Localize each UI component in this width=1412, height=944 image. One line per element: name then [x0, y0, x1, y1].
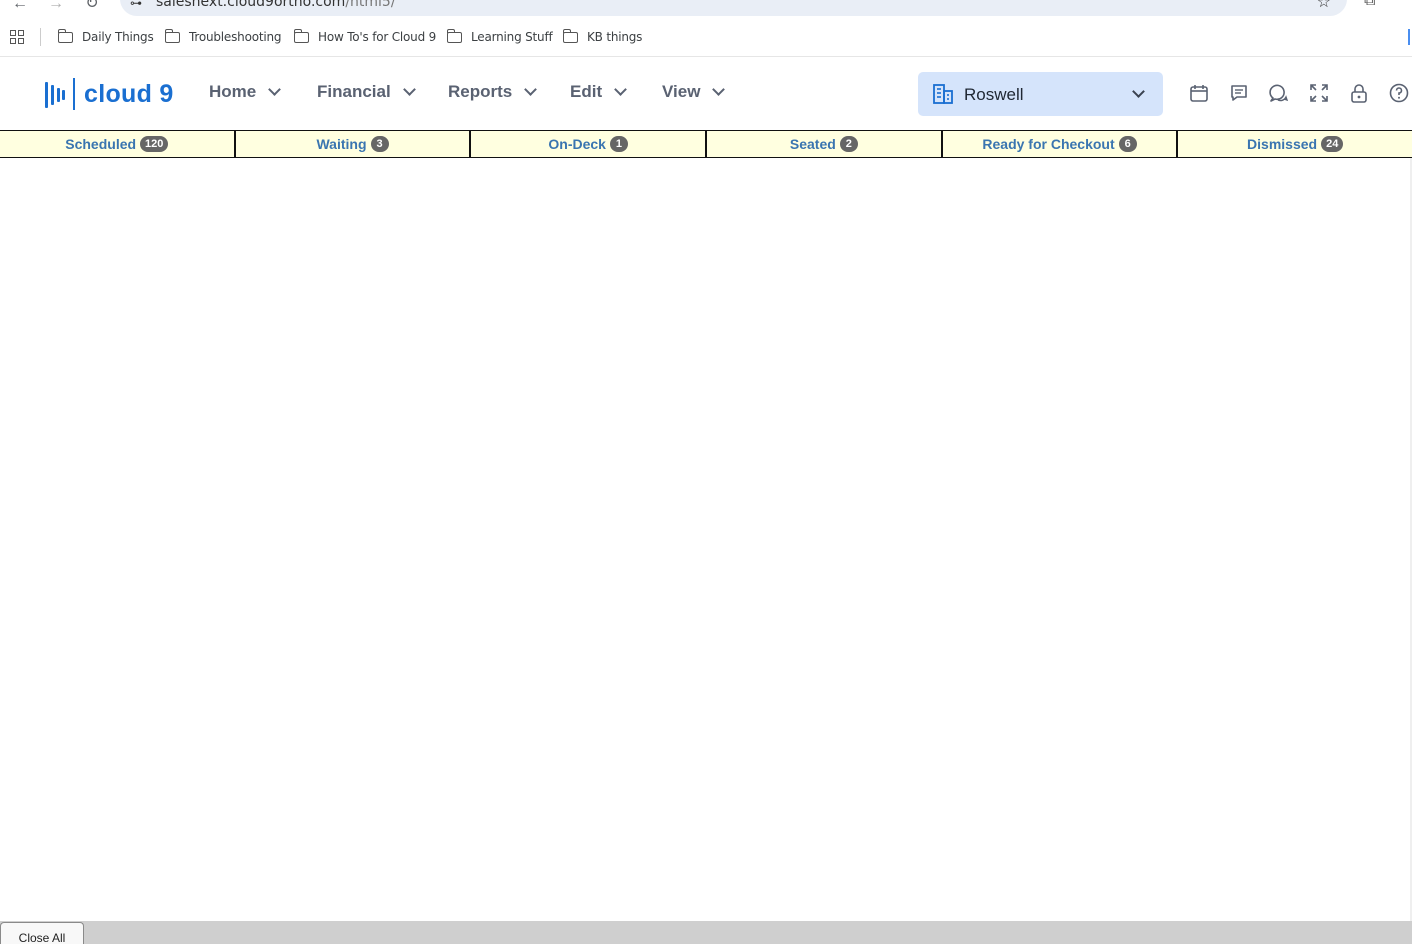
count-badge: 2 [839, 136, 858, 152]
location-selector[interactable]: Roswell [918, 72, 1163, 116]
count-badge: 24 [1321, 136, 1344, 152]
tab-label: On-Deck [548, 136, 606, 152]
logo-divider [73, 78, 75, 110]
tab-label: Waiting [316, 136, 367, 152]
tab-label: Dismissed [1247, 136, 1318, 152]
url-text: salesnext.cloud9ortho.com/html5/ [156, 0, 396, 10]
apps-grid-icon[interactable] [10, 30, 25, 45]
tab-dismissed[interactable]: Dismissed 24 [1178, 131, 1412, 157]
count-badge: 1 [609, 136, 628, 152]
cloud9-logo[interactable]: cloud 9 [45, 78, 174, 110]
browser-toolbar: ← → ↻ ⊶ salesnext.cloud9ortho.com/html5/… [0, 0, 1412, 17]
bookmark-folder-troubleshooting[interactable]: Troubleshooting [164, 28, 282, 46]
app-header: cloud 9 Home Financial Reports Edit View… [0, 58, 1412, 129]
menu-label: Financial [317, 82, 391, 101]
menu-reports[interactable]: Reports [448, 82, 538, 102]
main-content-area [0, 158, 1412, 921]
menu-label: Home [209, 82, 257, 101]
patient-status-tabs: Scheduled 120 Waiting 3 On-Deck 1 Seated 2 R… [0, 130, 1412, 158]
menu-view[interactable]: View [662, 82, 726, 102]
bookmark-label: KB things [587, 30, 643, 44]
tab-ready-for-checkout[interactable]: Ready for Checkout 6 [943, 131, 1179, 157]
folder-icon [164, 28, 180, 43]
chevron-down-icon [402, 83, 416, 96]
tab-scheduled[interactable]: Scheduled 120 [0, 131, 236, 157]
menu-label: Edit [570, 82, 603, 101]
bookmark-label: Daily Things [82, 30, 154, 44]
menu-label: View [662, 82, 701, 101]
tab-waiting[interactable]: Waiting 3 [236, 131, 472, 157]
chevron-down-icon [1132, 85, 1145, 98]
bookmarks-overflow-edge [1408, 29, 1410, 45]
tab-label: Seated [789, 136, 836, 152]
folder-icon [562, 28, 578, 43]
bottom-tab-bar [0, 921, 1412, 944]
url-host: salesnext.cloud9ortho.com [156, 0, 346, 10]
forward-arrow-icon[interactable]: → [46, 0, 66, 14]
message-icon[interactable] [1229, 83, 1249, 103]
location-label: Roswell [964, 85, 1024, 104]
bookmark-folder-how-tos[interactable]: How To's for Cloud 9 [293, 28, 437, 46]
menu-financial[interactable]: Financial [317, 82, 416, 102]
tab-label: Ready for Checkout [982, 136, 1115, 152]
fullscreen-icon[interactable] [1309, 83, 1329, 103]
chevron-down-icon [524, 83, 538, 96]
bookmarks-divider [40, 28, 41, 46]
bookmark-label: Troubleshooting [189, 30, 282, 44]
bookmarks-bar: Daily Things Troubleshooting How To's fo… [0, 17, 1412, 57]
chevron-down-icon [614, 83, 627, 96]
bookmark-label: How To's for Cloud 9 [318, 30, 437, 44]
back-arrow-icon[interactable]: ← [10, 0, 30, 14]
tab-seated[interactable]: Seated 2 [707, 131, 943, 157]
logo-text: cloud 9 [84, 79, 174, 108]
reload-icon[interactable]: ↻ [82, 0, 102, 14]
count-badge: 3 [370, 136, 389, 152]
building-icon [933, 84, 953, 104]
bookmark-star-icon[interactable]: ☆ [1317, 0, 1331, 12]
folder-icon [446, 28, 462, 43]
count-badge: 120 [140, 136, 169, 152]
tab-label: Scheduled [65, 136, 137, 152]
help-icon[interactable] [1389, 83, 1409, 103]
bookmark-folder-kb-things[interactable]: KB things [562, 28, 643, 46]
logo-bars-icon [45, 79, 67, 109]
chevron-down-icon [268, 83, 282, 96]
extensions-icon[interactable]: ⧉ [1364, 0, 1375, 10]
site-info-icon[interactable]: ⊶ [130, 0, 142, 10]
menu-label: Reports [448, 82, 513, 101]
chat-bubbles-icon[interactable] [1269, 83, 1289, 103]
menu-edit[interactable]: Edit [570, 82, 627, 102]
url-path: /html5/ [345, 0, 396, 10]
address-bar[interactable]: ⊶ salesnext.cloud9ortho.com/html5/ ☆ [120, 0, 1347, 16]
calendar-icon[interactable] [1189, 83, 1209, 103]
count-badge: 6 [1118, 136, 1137, 152]
menu-home[interactable]: Home [209, 82, 282, 102]
close-all-button[interactable]: Close All [0, 922, 84, 944]
bookmark-folder-daily-things[interactable]: Daily Things [57, 28, 154, 46]
folder-icon [57, 28, 73, 43]
tab-on-deck[interactable]: On-Deck 1 [471, 131, 708, 157]
folder-icon [293, 28, 309, 43]
lock-icon[interactable] [1349, 83, 1369, 103]
bookmark-folder-learning-stuff[interactable]: Learning Stuff [446, 28, 553, 46]
chevron-down-icon [712, 83, 726, 96]
bookmark-label: Learning Stuff [471, 30, 553, 44]
